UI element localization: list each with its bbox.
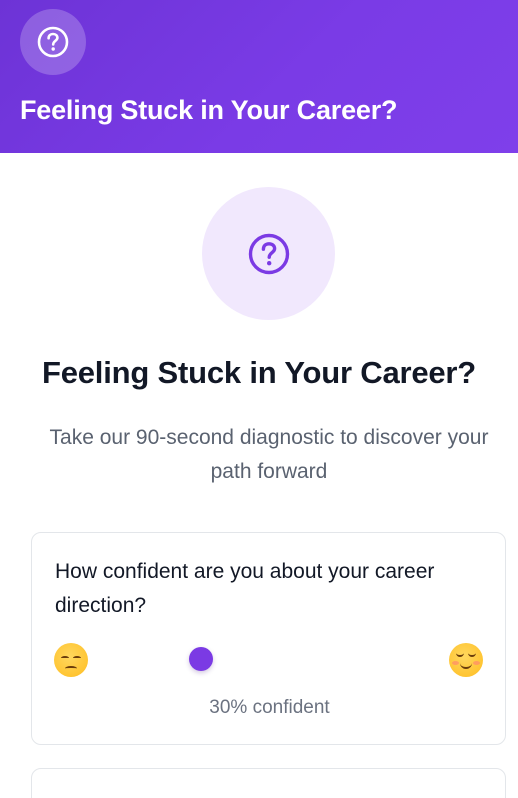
confidence-slider-row [32,641,507,685]
confidence-label: 30% confident [209,697,330,718]
hero-icon-circle [202,187,335,320]
question-card: How confident are you about your career … [31,532,506,745]
question-circle-icon [37,26,69,58]
question-circle-icon [248,233,289,274]
header-title: Feeling Stuck in Your Career? [20,95,398,125]
header-bar: Feeling Stuck in Your Career? [0,0,518,153]
question-text: How confident are you about your career … [55,560,435,617]
pensive-face-icon [54,643,88,677]
slider-thumb[interactable] [189,647,213,671]
page-subtitle: Take our 90-second diagnostic to discove… [49,426,489,483]
confidence-slider[interactable] [102,647,432,671]
next-card [31,768,506,798]
smiling-face-icon [449,643,483,677]
page-title: Feeling Stuck in Your Career? [41,355,477,390]
header-help-button[interactable] [20,9,86,75]
